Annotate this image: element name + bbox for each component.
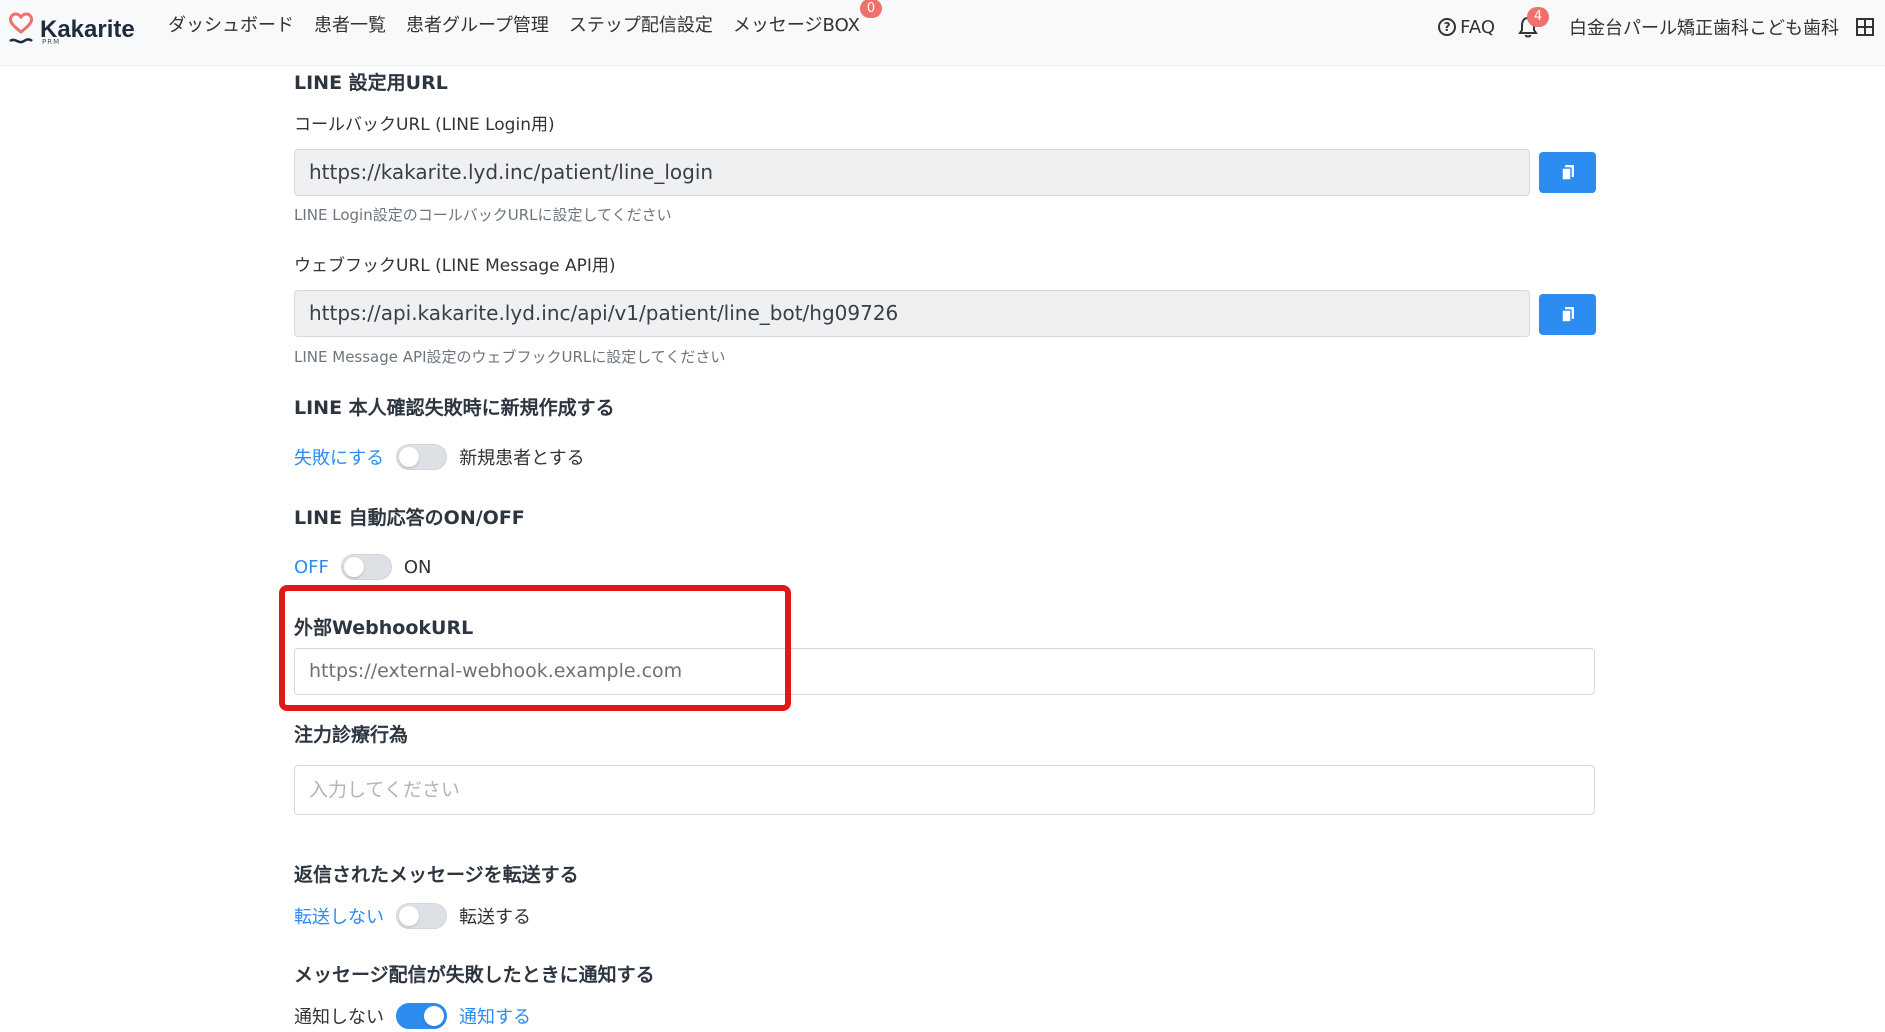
- focus-treatment-title: 注力診療行為: [294, 724, 409, 746]
- logo[interactable]: Kakarite: [8, 12, 135, 48]
- auto-reply-toggle-row: OFF ON: [294, 554, 432, 580]
- auto-reply-off-label: OFF: [294, 556, 329, 578]
- webhook-url-help: LINE Message API設定のウェブフックURLに設定してください: [294, 348, 726, 366]
- copy-icon: [1560, 306, 1574, 323]
- notifications-button[interactable]: 4: [1517, 7, 1549, 39]
- callback-url-help: LINE Login設定のコールバックURLに設定してください: [294, 206, 672, 224]
- highlight-box: [279, 585, 791, 711]
- identity-fail-title: LINE 本人確認失敗時に新規作成する: [294, 397, 615, 419]
- callback-url-label: コールバックURL (LINE Login用): [294, 115, 555, 135]
- question-circle-icon: ?: [1438, 18, 1457, 36]
- nav-patient-group[interactable]: 患者グループ管理: [406, 15, 549, 37]
- switch-knob: [424, 1006, 444, 1026]
- identity-fail-switch[interactable]: [396, 444, 448, 470]
- faq-link[interactable]: ? FAQ: [1438, 17, 1495, 38]
- auto-reply-switch[interactable]: [340, 554, 392, 580]
- identity-fail-off-label: 失敗にする: [294, 448, 385, 469]
- nav-step-delivery[interactable]: ステップ配信設定: [569, 15, 713, 37]
- auto-reply-title: LINE 自動応答のON/OFF: [294, 507, 525, 529]
- line-url-section-title: LINE 設定用URL: [294, 72, 448, 94]
- message-count-badge: 0: [859, 0, 882, 18]
- top-navbar: Kakarite PRM ダッシュボード 患者一覧 患者グループ管理 ステップ配…: [0, 0, 1885, 66]
- focus-treatment-input[interactable]: 入力してください: [294, 765, 1595, 815]
- faq-label: FAQ: [1460, 16, 1495, 38]
- switch-knob: [399, 906, 419, 926]
- notify-failure-title: メッセージ配信が失敗したときに通知する: [294, 964, 655, 986]
- forward-reply-title: 返信されたメッセージを転送する: [294, 864, 579, 886]
- forward-reply-off-label: 転送しない: [294, 907, 384, 928]
- auto-reply-on-label: ON: [403, 556, 432, 578]
- nav-dashboard[interactable]: ダッシュボード: [168, 15, 294, 37]
- logo-subtitle: PRM: [42, 38, 61, 46]
- copy-webhook-url-button[interactable]: [1539, 294, 1596, 335]
- notify-failure-switch[interactable]: [396, 1003, 447, 1029]
- identity-fail-on-label: 新規患者とする: [459, 448, 585, 469]
- callback-url-field[interactable]: https://kakarite.lyd.inc/patient/line_lo…: [294, 149, 1530, 196]
- identity-fail-toggle-row: 失敗にする 新規患者とする: [294, 444, 585, 470]
- copy-icon: [1560, 164, 1574, 181]
- forward-reply-switch[interactable]: [396, 903, 447, 929]
- switch-knob: [399, 447, 420, 467]
- copy-callback-url-button[interactable]: [1539, 152, 1596, 193]
- webhook-url-field[interactable]: https://api.kakarite.lyd.inc/api/v1/pati…: [294, 290, 1530, 337]
- grid-menu-icon[interactable]: [1855, 17, 1875, 37]
- heart-logo-icon: [8, 12, 34, 48]
- webhook-url-label: ウェブフックURL (LINE Message API用): [294, 256, 616, 276]
- notify-failure-off-label: 通知しない: [294, 1007, 384, 1028]
- nav-patient-list[interactable]: 患者一覧: [314, 15, 386, 37]
- nav-message-box[interactable]: メッセージBOX 0: [732, 0, 882, 37]
- notification-count-badge: 4: [1527, 7, 1549, 27]
- main-nav: ダッシュボード 患者一覧 患者グループ管理 ステップ配信設定 メッセージBOX …: [168, 0, 882, 37]
- forward-reply-on-label: 転送する: [459, 907, 531, 928]
- nav-message-box-label: メッセージBOX: [732, 15, 860, 36]
- notify-failure-on-label: 通知する: [459, 1007, 531, 1028]
- forward-reply-toggle-row: 転送しない 転送する: [294, 903, 531, 929]
- nav-right: ? FAQ 4 白金台パール矯正歯科こども歯科: [1438, 7, 1875, 40]
- clinic-name[interactable]: 白金台パール矯正歯科こども歯科: [1569, 14, 1839, 40]
- notify-failure-toggle-row: 通知しない 通知する: [294, 1003, 531, 1029]
- switch-knob: [343, 557, 364, 577]
